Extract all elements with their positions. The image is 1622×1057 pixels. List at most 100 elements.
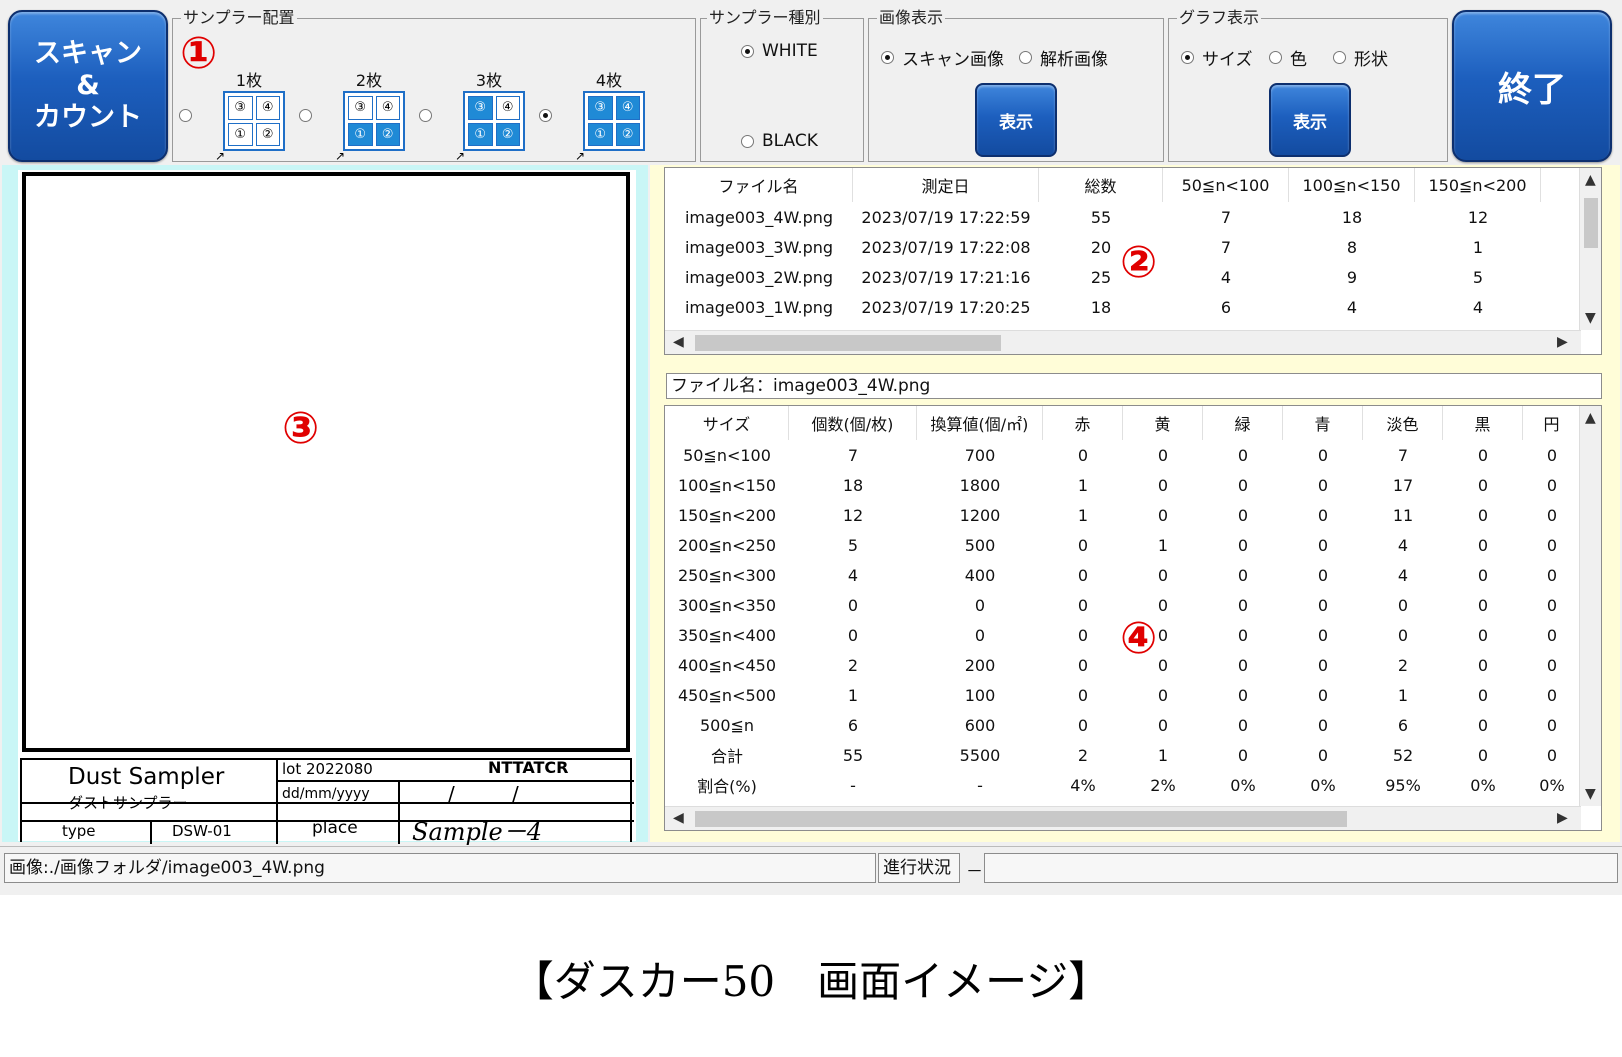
details-column-header[interactable]: 淡色 [1363,406,1443,440]
scroll-up-icon[interactable]: ▲ [1585,172,1596,188]
details-column-header[interactable]: 換算値(個/㎡) [917,406,1043,440]
table-row[interactable]: 150≦n<200 12 1200 1 0 0 0 11 0 0 [665,500,1581,530]
radio-white-indicator[interactable] [741,44,754,58]
table-cell: 0 [1237,685,1249,705]
table-cell: - [850,775,856,795]
table-row[interactable]: 200≦n<250 5 500 0 1 0 0 4 0 0 [665,530,1581,560]
table-row[interactable]: 100≦n<150 18 1800 1 0 0 0 17 0 0 [665,470,1581,500]
radio-analysis-image-indicator[interactable] [1019,51,1032,64]
table-cell: 0 [1546,655,1558,675]
scroll-up-icon[interactable]: ▲ [1585,410,1596,426]
details-column-header[interactable]: 円 [1523,406,1581,440]
exit-button[interactable]: 終了 [1452,10,1612,162]
table-cell: 0 [1477,655,1489,675]
files-column-header[interactable]: ファイル名 [665,168,853,202]
table-row[interactable]: image003_2W.png 2023/07/19 17:21:16 25 4 9 5 [665,262,1541,292]
details-column-header[interactable]: 黒 [1443,406,1523,440]
files-vscroll-thumb[interactable] [1584,198,1598,248]
scroll-down-icon[interactable]: ▼ [1585,310,1596,326]
details-column-header[interactable]: 黄 [1123,406,1203,440]
table-cell: 52 [1392,745,1414,765]
files-column-header[interactable]: 総数 [1039,168,1163,202]
table-row[interactable]: image003_3W.png 2023/07/19 17:22:08 20 7 8 1 [665,232,1541,262]
graph-show-button[interactable]: 表示 [1269,83,1351,157]
radio-black[interactable]: BLACK [741,131,818,151]
details-column-header[interactable]: 緑 [1203,406,1283,440]
table-cell: 300≦n<350 [677,595,777,615]
table-row[interactable]: 50≦n<100 7 700 0 0 0 0 7 0 0 [665,440,1581,470]
table-row[interactable]: 450≦n<500 1 100 0 0 0 0 1 0 0 [665,680,1581,710]
table-cell: 0 [1317,445,1329,465]
radio-black-indicator[interactable] [741,134,754,148]
files-column-header[interactable]: 測定日 [853,168,1039,202]
app-window: スキャン & カウント サンプラー配置 1枚 ③ ④ ① ② ↗ 2枚 ③ ④ ① ② ↗ 3枚 ③ ④ ① ②… [0,0,1622,895]
table-cell: 55 [1090,207,1112,227]
files-horizontal-scrollbar[interactable]: ◀ ▶ [665,330,1581,354]
table-cell: 0 [1237,715,1249,735]
details-column-header[interactable]: サイズ [665,406,789,440]
table-cell: 1 [1077,505,1089,525]
radio-shape[interactable]: 形状 [1333,45,1388,70]
table-cell: 0 [847,625,859,645]
table-cell: 4 [1397,565,1409,585]
table-row[interactable]: image003_4W.png 2023/07/19 17:22:59 55 7 18 1… [665,202,1541,232]
table-cell: 17 [1392,475,1414,495]
details-column-header[interactable]: 赤 [1043,406,1123,440]
files-column-header[interactable]: 50≦n<100 [1163,168,1289,202]
radio-white[interactable]: WHITE [741,41,818,61]
table-cell: 0% [1539,775,1565,795]
radio-size-label: サイズ [1202,50,1253,70]
files-vertical-scrollbar[interactable]: ▲ ▼ [1579,168,1601,330]
table-cell: 0% [1230,775,1256,795]
table-row[interactable]: 割合(%) - - 4% 2% 0% 0% 95% 0% 0% [665,770,1581,800]
radio-color-indicator[interactable] [1269,51,1282,64]
layout-option-radio[interactable] [419,109,432,122]
table-cell: 100 [964,685,996,705]
scroll-down-icon[interactable]: ▼ [1585,786,1596,802]
table-cell: 0 [1077,685,1089,705]
radio-size[interactable]: サイズ [1181,45,1253,70]
layout-option-4[interactable]: 4枚 ③ ④ ① ② ↗ [539,63,645,163]
details-column-header[interactable]: 青 [1283,406,1363,440]
radio-scan-image[interactable]: スキャン画像 [881,45,1004,70]
scroll-right-icon[interactable]: ▶ [1557,810,1568,826]
layout-option-radio[interactable] [539,109,552,122]
files-hscroll-thumb[interactable] [695,335,1001,351]
radio-color[interactable]: 色 [1269,45,1307,70]
table-cell: 0 [1317,655,1329,675]
radio-shape-indicator[interactable] [1333,51,1346,64]
table-cell: 500≦n [699,715,755,735]
table-cell: 0 [1077,655,1089,675]
layout-option-label: 2枚 [355,71,383,90]
layout-option-radio[interactable] [179,109,192,122]
selected-file-name: ファイル名：image003_4W.png [666,373,1602,399]
details-column-header[interactable]: 個数(個/枚) [789,406,917,440]
details-vertical-scrollbar[interactable]: ▲ ▼ [1579,406,1601,806]
details-hscroll-thumb[interactable] [695,811,1347,827]
table-cell: 0 [1237,565,1249,585]
table-cell: 2% [1150,775,1176,795]
table-cell: 600 [964,715,996,735]
details-horizontal-scrollbar[interactable]: ◀ ▶ [665,806,1581,830]
table-cell: 5 [847,535,859,555]
table-row[interactable]: 合計 55 5500 2 1 0 0 52 0 0 [665,740,1581,770]
radio-analysis-image[interactable]: 解析画像 [1019,45,1108,70]
files-column-header[interactable]: 150≦n<200 [1415,168,1541,202]
radio-scan-image-indicator[interactable] [881,51,894,64]
image-show-button[interactable]: 表示 [975,83,1057,157]
radio-size-indicator[interactable] [1181,51,1194,64]
layout-option-radio[interactable] [299,109,312,122]
layout-option-2[interactable]: 2枚 ③ ④ ① ② ↗ [299,63,405,163]
scroll-right-icon[interactable]: ▶ [1557,334,1568,350]
table-row[interactable]: 250≦n<300 4 400 0 0 0 0 4 0 0 [665,560,1581,590]
table-row[interactable]: 500≦n 6 600 0 0 0 0 6 0 0 [665,710,1581,740]
table-row[interactable]: image003_1W.png 2023/07/19 17:20:25 18 6 4 4 [665,292,1541,322]
table-cell: 500 [964,535,996,555]
corner-arrow-icon: ↗ [455,149,466,163]
scroll-left-icon[interactable]: ◀ [673,334,684,350]
table-cell: 150≦n<200 [677,505,777,525]
files-column-header[interactable]: 100≦n<150 [1289,168,1415,202]
scan-count-button[interactable]: スキャン & カウント [8,10,168,162]
layout-option-3[interactable]: 3枚 ③ ④ ① ② ↗ [419,63,525,163]
scroll-left-icon[interactable]: ◀ [673,810,684,826]
